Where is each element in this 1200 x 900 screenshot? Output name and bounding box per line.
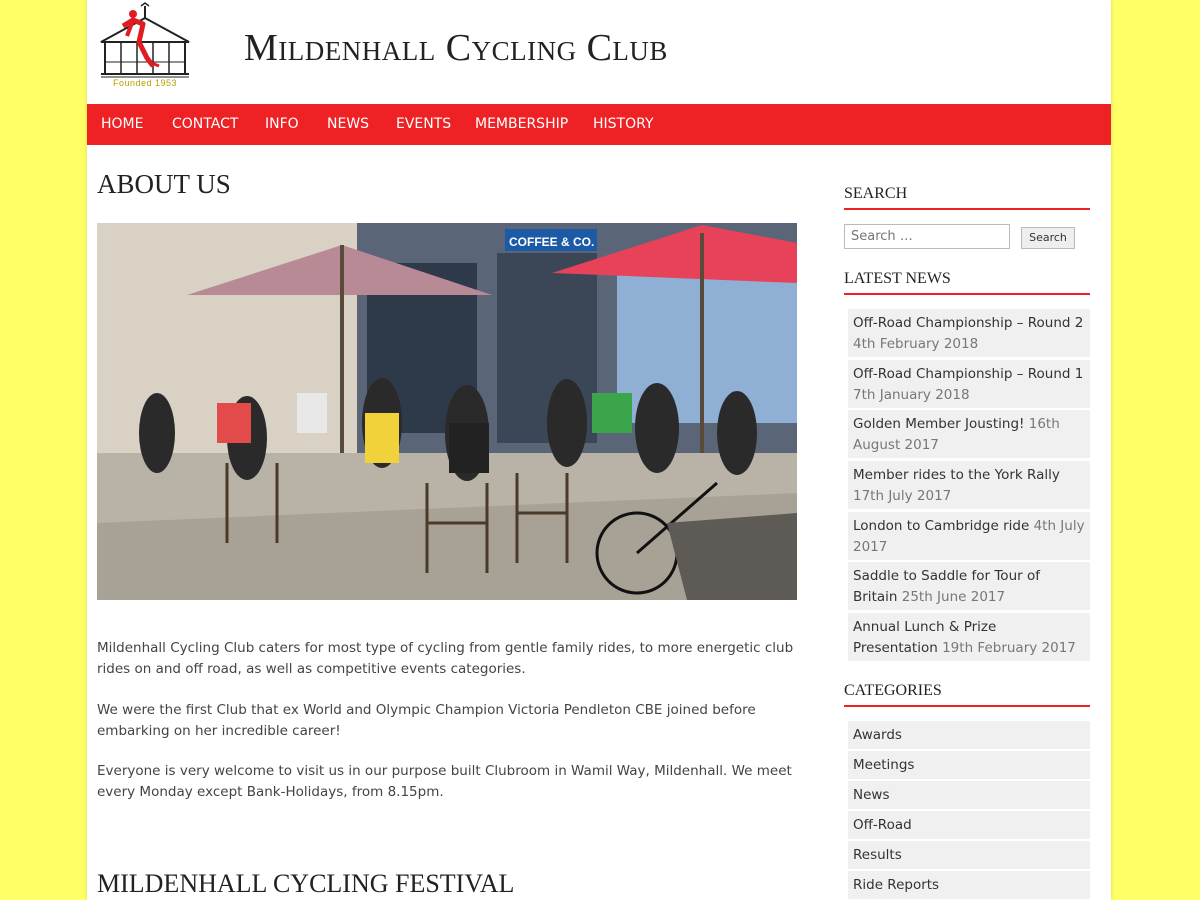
category-item-meetings[interactable]: Meetings — [848, 751, 1090, 781]
page-container: Founded 1953 Mildenhall Cycling Club HOM… — [87, 0, 1111, 900]
news-item[interactable]: Off-Road Championship – Round 2 4th Febr… — [848, 309, 1090, 359]
news-item-title[interactable]: Golden Member Jousting! — [853, 416, 1024, 432]
page-title: ABOUT US — [97, 169, 231, 199]
search-button[interactable]: Search — [1021, 227, 1075, 249]
about-paragraph-2: We were the first Club that ex World and… — [97, 702, 756, 739]
nav-home[interactable]: HOME — [101, 104, 143, 145]
search-input[interactable] — [844, 224, 1010, 249]
news-item-date: 19th February 2017 — [942, 639, 1076, 656]
festival-heading: MILDENHALL CYCLING FESTIVAL — [97, 869, 515, 898]
club-logo[interactable]: Founded 1953 — [97, 2, 193, 88]
news-item-title[interactable]: London to Cambridge ride — [853, 518, 1029, 534]
site-title[interactable]: Mildenhall Cycling Club — [244, 26, 668, 70]
search-widget-title: SEARCH — [844, 185, 1090, 210]
logo-caption: Founded 1953 — [112, 78, 178, 88]
news-item[interactable]: Member rides to the York Rally 17th July… — [848, 461, 1090, 511]
news-item-title[interactable]: Off-Road Championship – Round 1 — [853, 366, 1083, 382]
club-cafe-photo: COFFEE & CO. — [97, 223, 797, 600]
news-item[interactable]: Saddle to Saddle for Tour of Britain 25t… — [848, 562, 1090, 612]
news-item[interactable]: Annual Lunch & Prize Presentation 19th F… — [848, 613, 1090, 663]
main-navigation: HOME CONTACT INFO NEWS EVENTS MEMBERSHIP… — [87, 104, 1111, 145]
category-item-awards[interactable]: Awards — [848, 721, 1090, 751]
news-item[interactable]: Golden Member Jousting! 16th August 2017 — [848, 410, 1090, 460]
site-header: Founded 1953 Mildenhall Cycling Club — [87, 0, 1111, 104]
news-item-date: 17th July 2017 — [853, 487, 952, 504]
bandstand-cyclist-icon — [100, 2, 190, 78]
about-paragraph-1: Mildenhall Cycling Club caters for most … — [97, 640, 794, 677]
category-item-news[interactable]: News — [848, 781, 1090, 811]
news-item-title[interactable]: Member rides to the York Rally — [853, 467, 1060, 483]
category-item-ride-reports[interactable]: Ride Reports — [848, 871, 1090, 900]
categories-title: CATEGORIES — [844, 682, 1090, 707]
nav-contact[interactable]: CONTACT — [172, 104, 238, 145]
nav-info[interactable]: INFO — [265, 104, 299, 145]
news-item[interactable]: Off-Road Championship – Round 1 7th Janu… — [848, 360, 1090, 410]
nav-events[interactable]: EVENTS — [396, 104, 451, 145]
category-item-results[interactable]: Results — [848, 841, 1090, 871]
news-item-date: 25th June 2017 — [901, 588, 1006, 605]
news-item-date: 4th February 2018 — [853, 335, 979, 352]
news-item-title[interactable]: Off-Road Championship – Round 2 — [853, 315, 1083, 331]
latest-news-title: LATEST NEWS — [844, 270, 1090, 295]
news-item-date: 7th January 2018 — [853, 386, 970, 403]
nav-history[interactable]: HISTORY — [593, 104, 654, 145]
about-paragraph-3: Everyone is very welcome to visit us in … — [97, 763, 792, 800]
svg-text:COFFEE & CO.: COFFEE & CO. — [509, 235, 594, 249]
news-item[interactable]: London to Cambridge ride 4th July 2017 — [848, 512, 1090, 562]
category-item-off-road[interactable]: Off-Road — [848, 811, 1090, 841]
nav-news[interactable]: NEWS — [327, 104, 369, 145]
nav-membership[interactable]: MEMBERSHIP — [475, 104, 568, 145]
